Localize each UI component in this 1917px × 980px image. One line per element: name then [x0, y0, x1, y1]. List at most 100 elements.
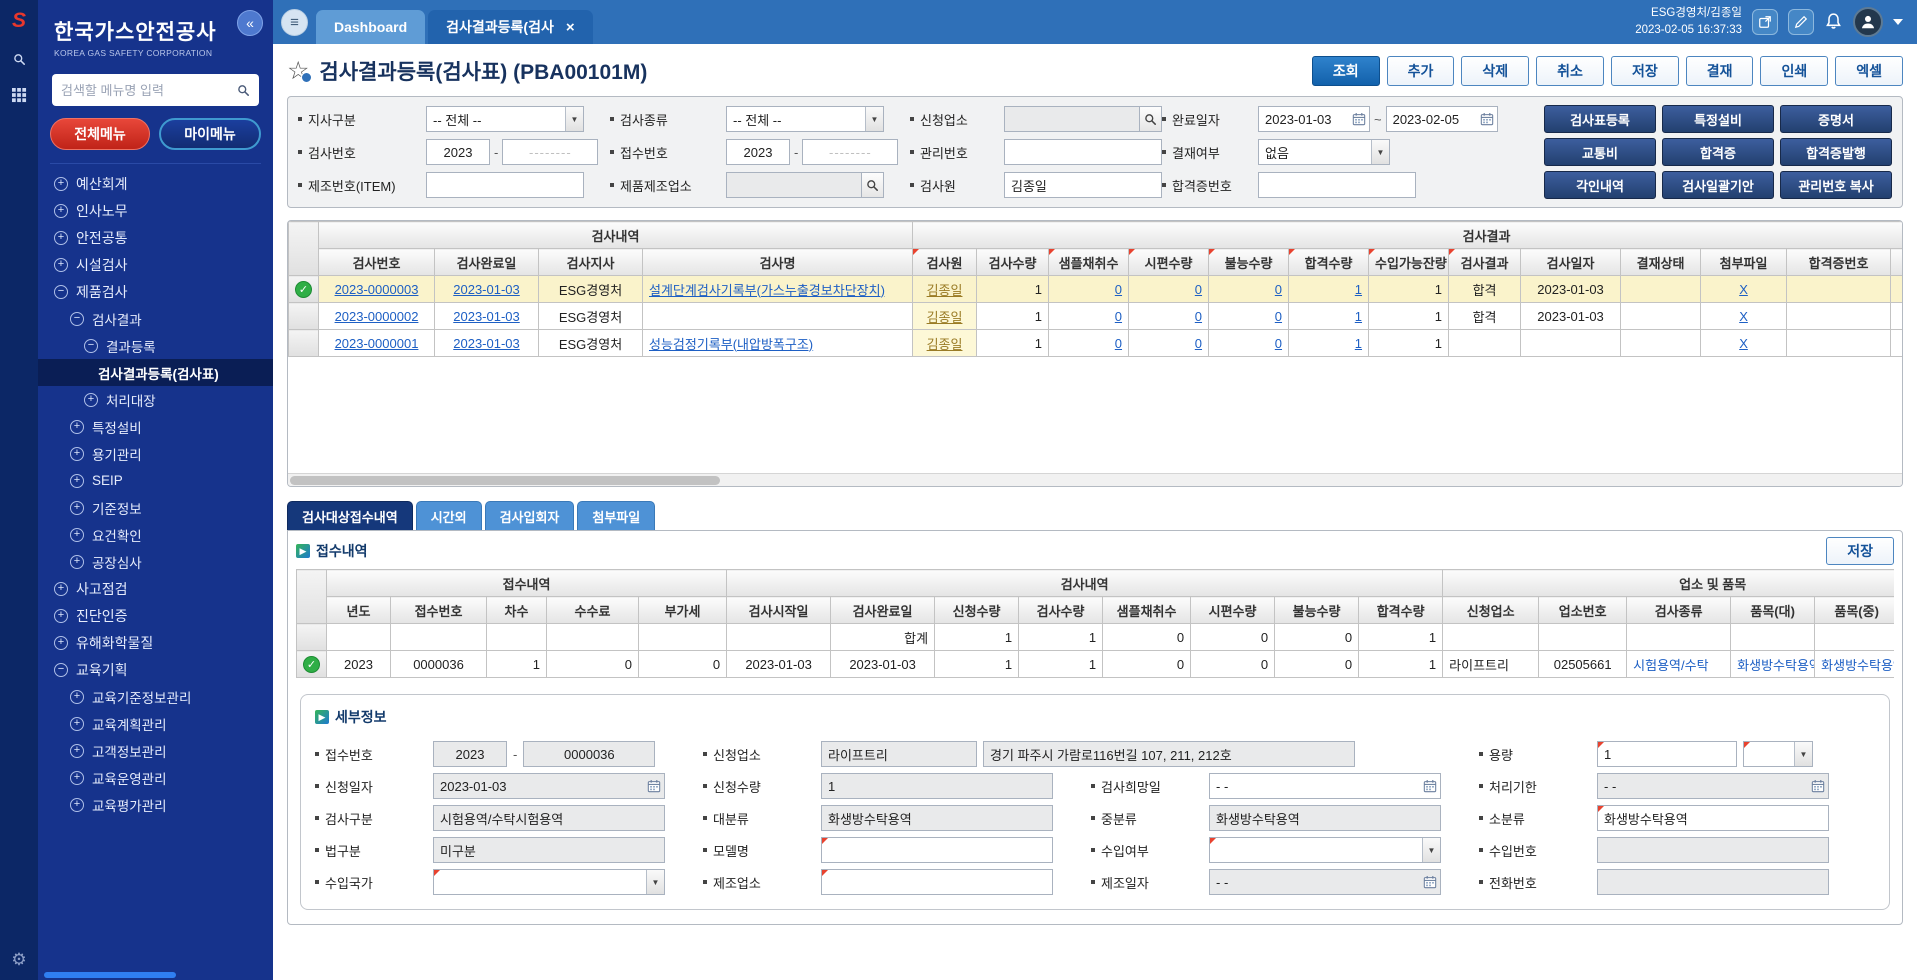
column-header[interactable]: 검사완료일 [831, 597, 935, 624]
column-header[interactable]: 검사원 [913, 249, 977, 276]
table-cell[interactable]: 0 [1209, 276, 1289, 303]
calendar-icon[interactable] [1423, 779, 1440, 793]
tool-button[interactable]: 검사표등록 [1544, 105, 1656, 133]
action-button[interactable]: 추가 [1387, 56, 1455, 86]
action-button[interactable]: 결재 [1686, 56, 1754, 86]
lower-tab[interactable]: 검사입회자 [485, 501, 575, 530]
text-input[interactable] [1598, 806, 1828, 830]
sidebar-item[interactable]: +교육운영관리 [38, 764, 273, 791]
text-input[interactable] [1210, 806, 1440, 830]
table-cell[interactable]: 1 [1289, 276, 1369, 303]
column-header[interactable]: 검사수량 [977, 249, 1049, 276]
tool-button[interactable]: 합격증발행 [1780, 138, 1892, 166]
dropdown-select[interactable]: -- 전체 --▼ [726, 106, 884, 132]
tree-plus-icon[interactable]: + [70, 474, 84, 488]
table-cell[interactable]: 성능검정기록부(내압방폭구조) [643, 330, 913, 357]
table-cell[interactable]: 0 [1049, 330, 1129, 357]
text-input[interactable] [822, 870, 1052, 894]
column-header[interactable]: 수입가능잔량 [1369, 249, 1449, 276]
table-cell[interactable]: 0 [1049, 276, 1129, 303]
text-input[interactable] [822, 742, 976, 766]
row-selector[interactable]: ✓ [297, 651, 327, 678]
tool-button[interactable]: 관리번호 복사 [1780, 171, 1892, 199]
action-button[interactable]: 인쇄 [1760, 56, 1828, 86]
column-header[interactable]: 결재상태 [1621, 249, 1701, 276]
search-field[interactable] [1005, 107, 1139, 131]
sidebar-item[interactable]: +고객정보관리 [38, 737, 273, 764]
column-header[interactable]: 신청수량 [935, 597, 1019, 624]
text-input[interactable] [822, 774, 1052, 798]
column-header[interactable]: 검사수량 [1019, 597, 1103, 624]
date-input[interactable] [434, 774, 647, 798]
column-header[interactable]: 부가세 [639, 597, 727, 624]
table-cell[interactable]: 2023-0000001 [319, 330, 435, 357]
sidebar-item[interactable]: +공장심사 [38, 548, 273, 575]
sidebar-item[interactable]: +요건확인 [38, 521, 273, 548]
text-input[interactable] [984, 742, 1354, 766]
sidebar-collapse-button[interactable]: « [237, 10, 263, 36]
table-cell[interactable]: 0 [1209, 303, 1289, 330]
lower-tab[interactable]: 검사대상접수내역 [287, 501, 413, 530]
table-cell[interactable]: X [1701, 303, 1787, 330]
tree-plus-icon[interactable]: + [84, 393, 98, 407]
column-header[interactable]: 신청업소 [1443, 597, 1539, 624]
table-cell[interactable]: X [1701, 330, 1787, 357]
column-header[interactable]: 시편수량 [1191, 597, 1275, 624]
table-cell[interactable]: 0 [1049, 303, 1129, 330]
table-cell[interactable]: 0 [1209, 330, 1289, 357]
date-input[interactable] [1210, 870, 1423, 894]
table-cell[interactable]: 0 [1129, 276, 1209, 303]
tree-plus-icon[interactable]: + [70, 447, 84, 461]
tree-plus-icon[interactable]: + [54, 609, 68, 623]
chevron-down-icon[interactable] [1893, 19, 1903, 25]
text-input[interactable] [434, 838, 664, 862]
column-header[interactable]: 검사완료일 [435, 249, 539, 276]
settings-gear-icon[interactable]: ⚙ [11, 950, 26, 970]
row-selector[interactable] [289, 303, 319, 330]
text-input[interactable] [1259, 173, 1415, 197]
table-cell[interactable]: 김종일 [913, 303, 977, 330]
text-input[interactable] [427, 173, 583, 197]
apps-grid-icon[interactable] [12, 88, 27, 103]
column-header[interactable]: 검사번호 [319, 249, 435, 276]
search-icon[interactable] [1139, 107, 1161, 131]
column-header[interactable]: 검사명 [643, 249, 913, 276]
all-menu-button[interactable]: 전체메뉴 [50, 118, 150, 150]
date-input[interactable] [1210, 774, 1423, 798]
calendar-icon[interactable] [1811, 779, 1828, 793]
table-cell[interactable]: 1 [1289, 330, 1369, 357]
close-icon[interactable]: × [566, 19, 575, 36]
tool-button[interactable]: 증명서 [1780, 105, 1892, 133]
tree-plus-icon[interactable]: + [70, 771, 84, 785]
tree-plus-icon[interactable]: + [70, 690, 84, 704]
text-input[interactable] [1005, 140, 1161, 164]
column-header[interactable]: 차수 [487, 597, 547, 624]
column-header[interactable]: 샘플채취수 [1103, 597, 1191, 624]
sidebar-item[interactable]: +유해화학물질 [38, 629, 273, 656]
calendar-icon[interactable] [1480, 112, 1497, 126]
horizontal-scrollbar[interactable] [288, 473, 1902, 486]
row-selector[interactable] [289, 330, 319, 357]
sidebar-item[interactable]: −제품검사 [38, 278, 273, 305]
text-input[interactable] [503, 140, 597, 164]
table-cell[interactable]: 설계단계검사기록부(가스누출경보차단장치) [643, 276, 913, 303]
calendar-icon[interactable] [647, 779, 664, 793]
tree-minus-icon[interactable]: − [54, 663, 68, 677]
hamburger-menu-icon[interactable]: ≡ [281, 9, 308, 36]
text-input[interactable] [822, 806, 1052, 830]
column-header[interactable]: 검사일자 [1521, 249, 1621, 276]
tree-plus-icon[interactable]: + [54, 258, 68, 272]
calendar-icon[interactable] [1423, 875, 1440, 889]
sidebar-item[interactable]: +교육계획관리 [38, 710, 273, 737]
text-input[interactable] [822, 838, 1052, 862]
table-cell[interactable]: 0 [1129, 303, 1209, 330]
table-cell[interactable]: 2023-0000003 [319, 276, 435, 303]
tool-button[interactable]: 교통비 [1544, 138, 1656, 166]
text-input[interactable] [1598, 742, 1736, 766]
table-cell[interactable]: 2023-01-03 [435, 276, 539, 303]
user-avatar[interactable] [1853, 7, 1883, 37]
column-header[interactable]: 품목(중) [1815, 597, 1894, 624]
table-cell[interactable]: 1 [1289, 303, 1369, 330]
tool-button[interactable]: 특정설비 [1662, 105, 1774, 133]
workspace-tab[interactable]: 검사결과등록(검사× [428, 10, 592, 44]
